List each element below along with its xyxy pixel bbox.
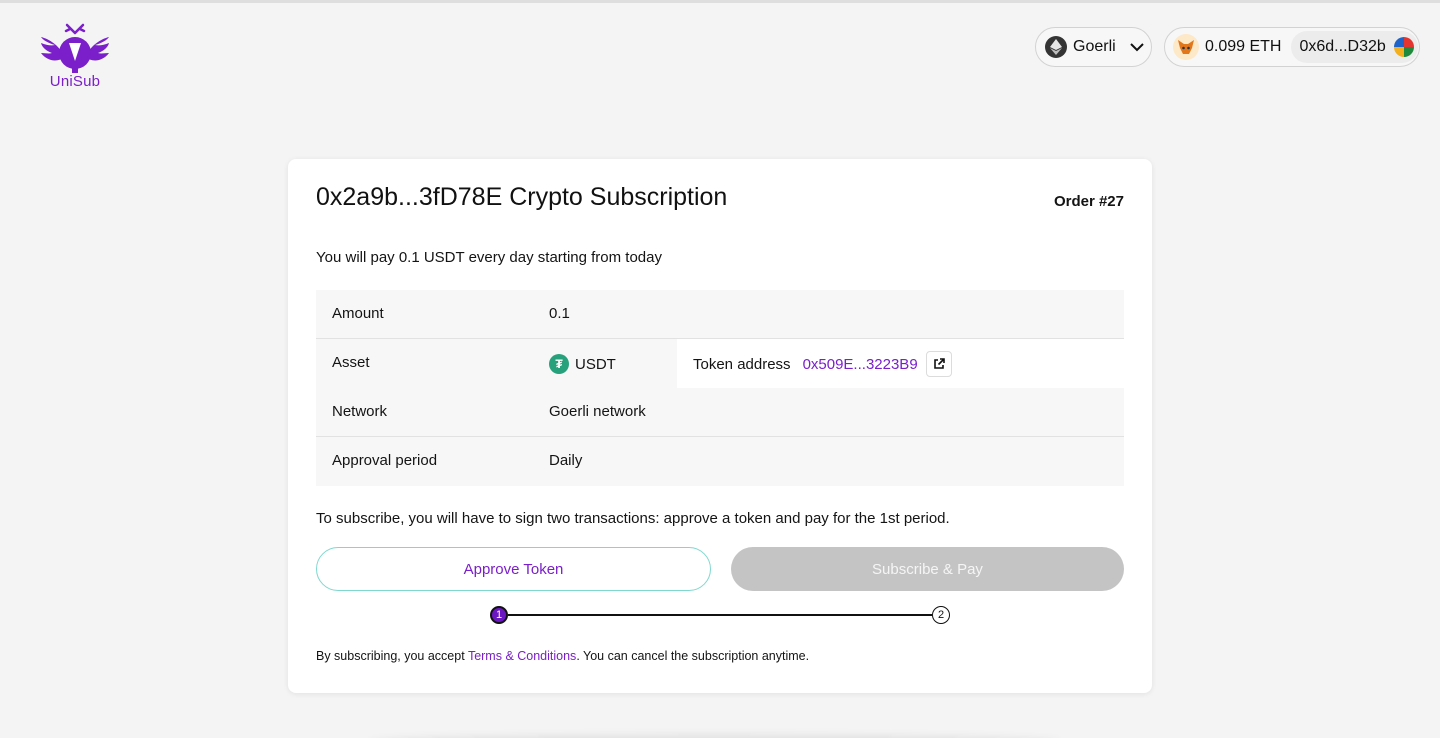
metamask-fox-icon [1173,34,1199,60]
wallet-button[interactable]: 0.099 ETH 0x6d...D32b [1164,27,1420,67]
asset-symbol: USDT [575,355,616,373]
unisub-logo[interactable]: UniSub [38,23,112,90]
detail-row-network: Network Goerli network [316,388,1124,437]
terms-text: By subscribing, you accept Terms & Condi… [316,649,809,663]
subscription-card: 0x2a9b...3fD78E Crypto Subscription Orde… [288,159,1152,693]
detail-row-approval-period: Approval period Daily [316,437,1124,486]
order-number: Order #27 [1053,193,1124,210]
network-label: Goerli [1073,38,1116,55]
wallet-address-pill[interactable]: 0x6d...D32b [1291,31,1418,63]
sign-transactions-note: To subscribe, you will have to sign two … [316,510,950,527]
step-1: 1 [490,606,508,624]
terms-conditions-link[interactable]: Terms & Conditions [468,649,576,663]
network-row-value: Goerli network [549,403,646,420]
external-link-icon [933,358,945,369]
amount-value: 0.1 [549,305,570,322]
terms-after: . You can cancel the subscription anytim… [576,649,810,663]
token-address: Token address 0x509E...3223B9 [693,351,952,377]
step-2: 2 [932,606,950,624]
network-selector[interactable]: Goerli [1035,27,1152,67]
stepper-line [508,614,932,616]
account-avatar-icon [1393,37,1414,57]
approve-token-button[interactable]: Approve Token [316,547,711,591]
tether-icon: ₮ [549,354,569,374]
wallet-address: 0x6d...D32b [1299,38,1386,55]
payment-description: You will pay 0.1 USDT every day starting… [316,249,662,266]
terms-before: By subscribing, you accept [316,649,468,663]
token-address-link[interactable]: 0x509E...3223B9 [803,356,918,373]
subscription-details-table: Amount 0.1 Asset ₮ USDT Token address 0x… [316,290,1124,486]
chevron-down-icon [1129,42,1144,51]
progress-stepper: 1 2 [490,606,950,624]
open-explorer-button[interactable] [925,351,952,377]
subscription-title: 0x2a9b...3fD78E Crypto Subscription [316,183,728,211]
detail-row-amount: Amount 0.1 [316,290,1124,339]
wallet-balance: 0.099 ETH [1205,38,1282,55]
amount-label: Amount [332,305,384,322]
approval-period-label: Approval period [332,452,438,469]
deer-wings-logo-icon [41,23,109,73]
detail-row-asset: Asset ₮ USDT Token address 0x509E...3223… [316,339,1124,388]
subscribe-pay-button[interactable]: Subscribe & Pay [731,547,1124,591]
token-address-label: Token address [693,355,791,373]
ethereum-icon [1045,36,1067,58]
network-row-label: Network [332,403,388,420]
asset-label: Asset [332,354,370,371]
asset-value: ₮ USDT [549,354,616,374]
approval-period-value: Daily [549,452,583,469]
brand-name: UniSub [49,73,101,90]
